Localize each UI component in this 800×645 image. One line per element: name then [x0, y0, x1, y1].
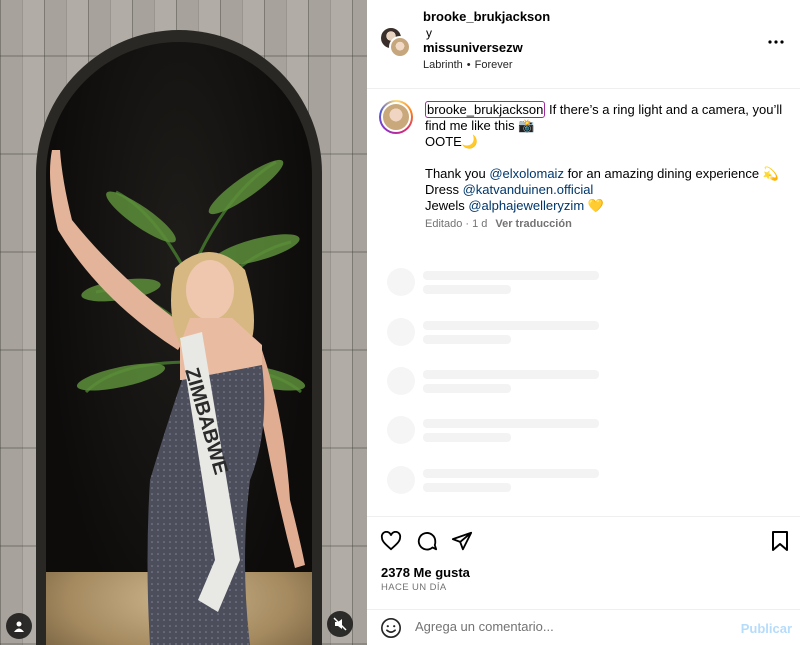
publish-button[interactable]: Publicar — [741, 621, 792, 636]
emoji-icon — [381, 618, 401, 638]
more-options-icon — [768, 40, 784, 44]
header-username-1[interactable]: brooke_brukjackson — [423, 9, 550, 24]
post-details-panel: brooke_brukjackson y missuniversezw Labr… — [367, 0, 800, 645]
avatar-brooke[interactable] — [389, 36, 411, 58]
mention-elxolomaiz[interactable]: @elxolomaiz — [489, 166, 564, 181]
bookmark-icon — [772, 531, 788, 551]
comment-icon — [417, 532, 438, 551]
post-actions — [367, 516, 800, 564]
jewels-emoji: 💛 — [584, 198, 604, 213]
dress-label: Dress — [425, 182, 463, 197]
comment-skeleton — [387, 318, 607, 348]
collab-avatars[interactable] — [379, 26, 411, 58]
more-options-button[interactable] — [764, 30, 788, 54]
edited-time: Editado · 1 d — [425, 218, 488, 230]
tagged-users-button[interactable] — [6, 613, 32, 639]
share-button[interactable] — [450, 529, 474, 553]
heart-icon — [380, 531, 402, 551]
mute-button[interactable] — [327, 611, 353, 637]
see-translation-link[interactable]: Ver traducción — [495, 218, 571, 230]
emoji-button[interactable] — [379, 616, 403, 640]
mention-katvanduinen[interactable]: @katvanduinen.official — [463, 182, 594, 197]
post-header: brooke_brukjackson y missuniversezw Labr… — [367, 0, 800, 89]
comment-skeleton — [387, 466, 607, 496]
save-button[interactable] — [768, 529, 792, 553]
caption-line2: OOTE🌙 — [425, 134, 479, 149]
caption-avatar[interactable] — [379, 100, 413, 134]
comment-skeleton — [387, 268, 607, 298]
header-username-2[interactable]: missuniversezw — [423, 40, 523, 55]
comment-skeleton — [387, 416, 607, 446]
comment-button[interactable] — [415, 529, 439, 553]
comment-input[interactable] — [415, 619, 715, 634]
like-button[interactable] — [379, 529, 403, 553]
thanks-prefix: Thank you — [425, 166, 490, 181]
jewels-label: Jewels — [425, 198, 469, 213]
music-track[interactable]: Forever — [475, 59, 513, 71]
thanks-suffix: for an amazing dining experience 💫 — [563, 166, 779, 181]
user-icon — [14, 621, 24, 632]
likes-count[interactable]: 2378 Me gusta — [381, 565, 470, 580]
send-icon — [451, 531, 473, 551]
post-media[interactable]: ZIMBABWE — [0, 0, 367, 645]
caption-username[interactable]: brooke_brukjackson — [425, 101, 546, 118]
header-conjunction: y — [426, 26, 432, 40]
music-info[interactable]: Labrinth • Forever — [423, 59, 513, 71]
comment-skeleton — [387, 367, 607, 397]
mention-alphajewelleryzim[interactable]: @alphajewelleryzim — [468, 198, 584, 213]
caption-meta: Editado · 1 d Ver traducción — [425, 218, 572, 230]
music-artist[interactable]: Labrinth — [423, 59, 463, 71]
post-time[interactable]: HACE UN DÍA — [381, 582, 447, 593]
caption-text: brooke_brukjackson If there’s a ring lig… — [425, 101, 795, 214]
music-separator: • — [466, 59, 471, 71]
woman-in-dress: ZIMBABWE — [50, 150, 305, 645]
comment-bar: Publicar — [367, 609, 800, 645]
muted-speaker-icon — [333, 617, 347, 631]
